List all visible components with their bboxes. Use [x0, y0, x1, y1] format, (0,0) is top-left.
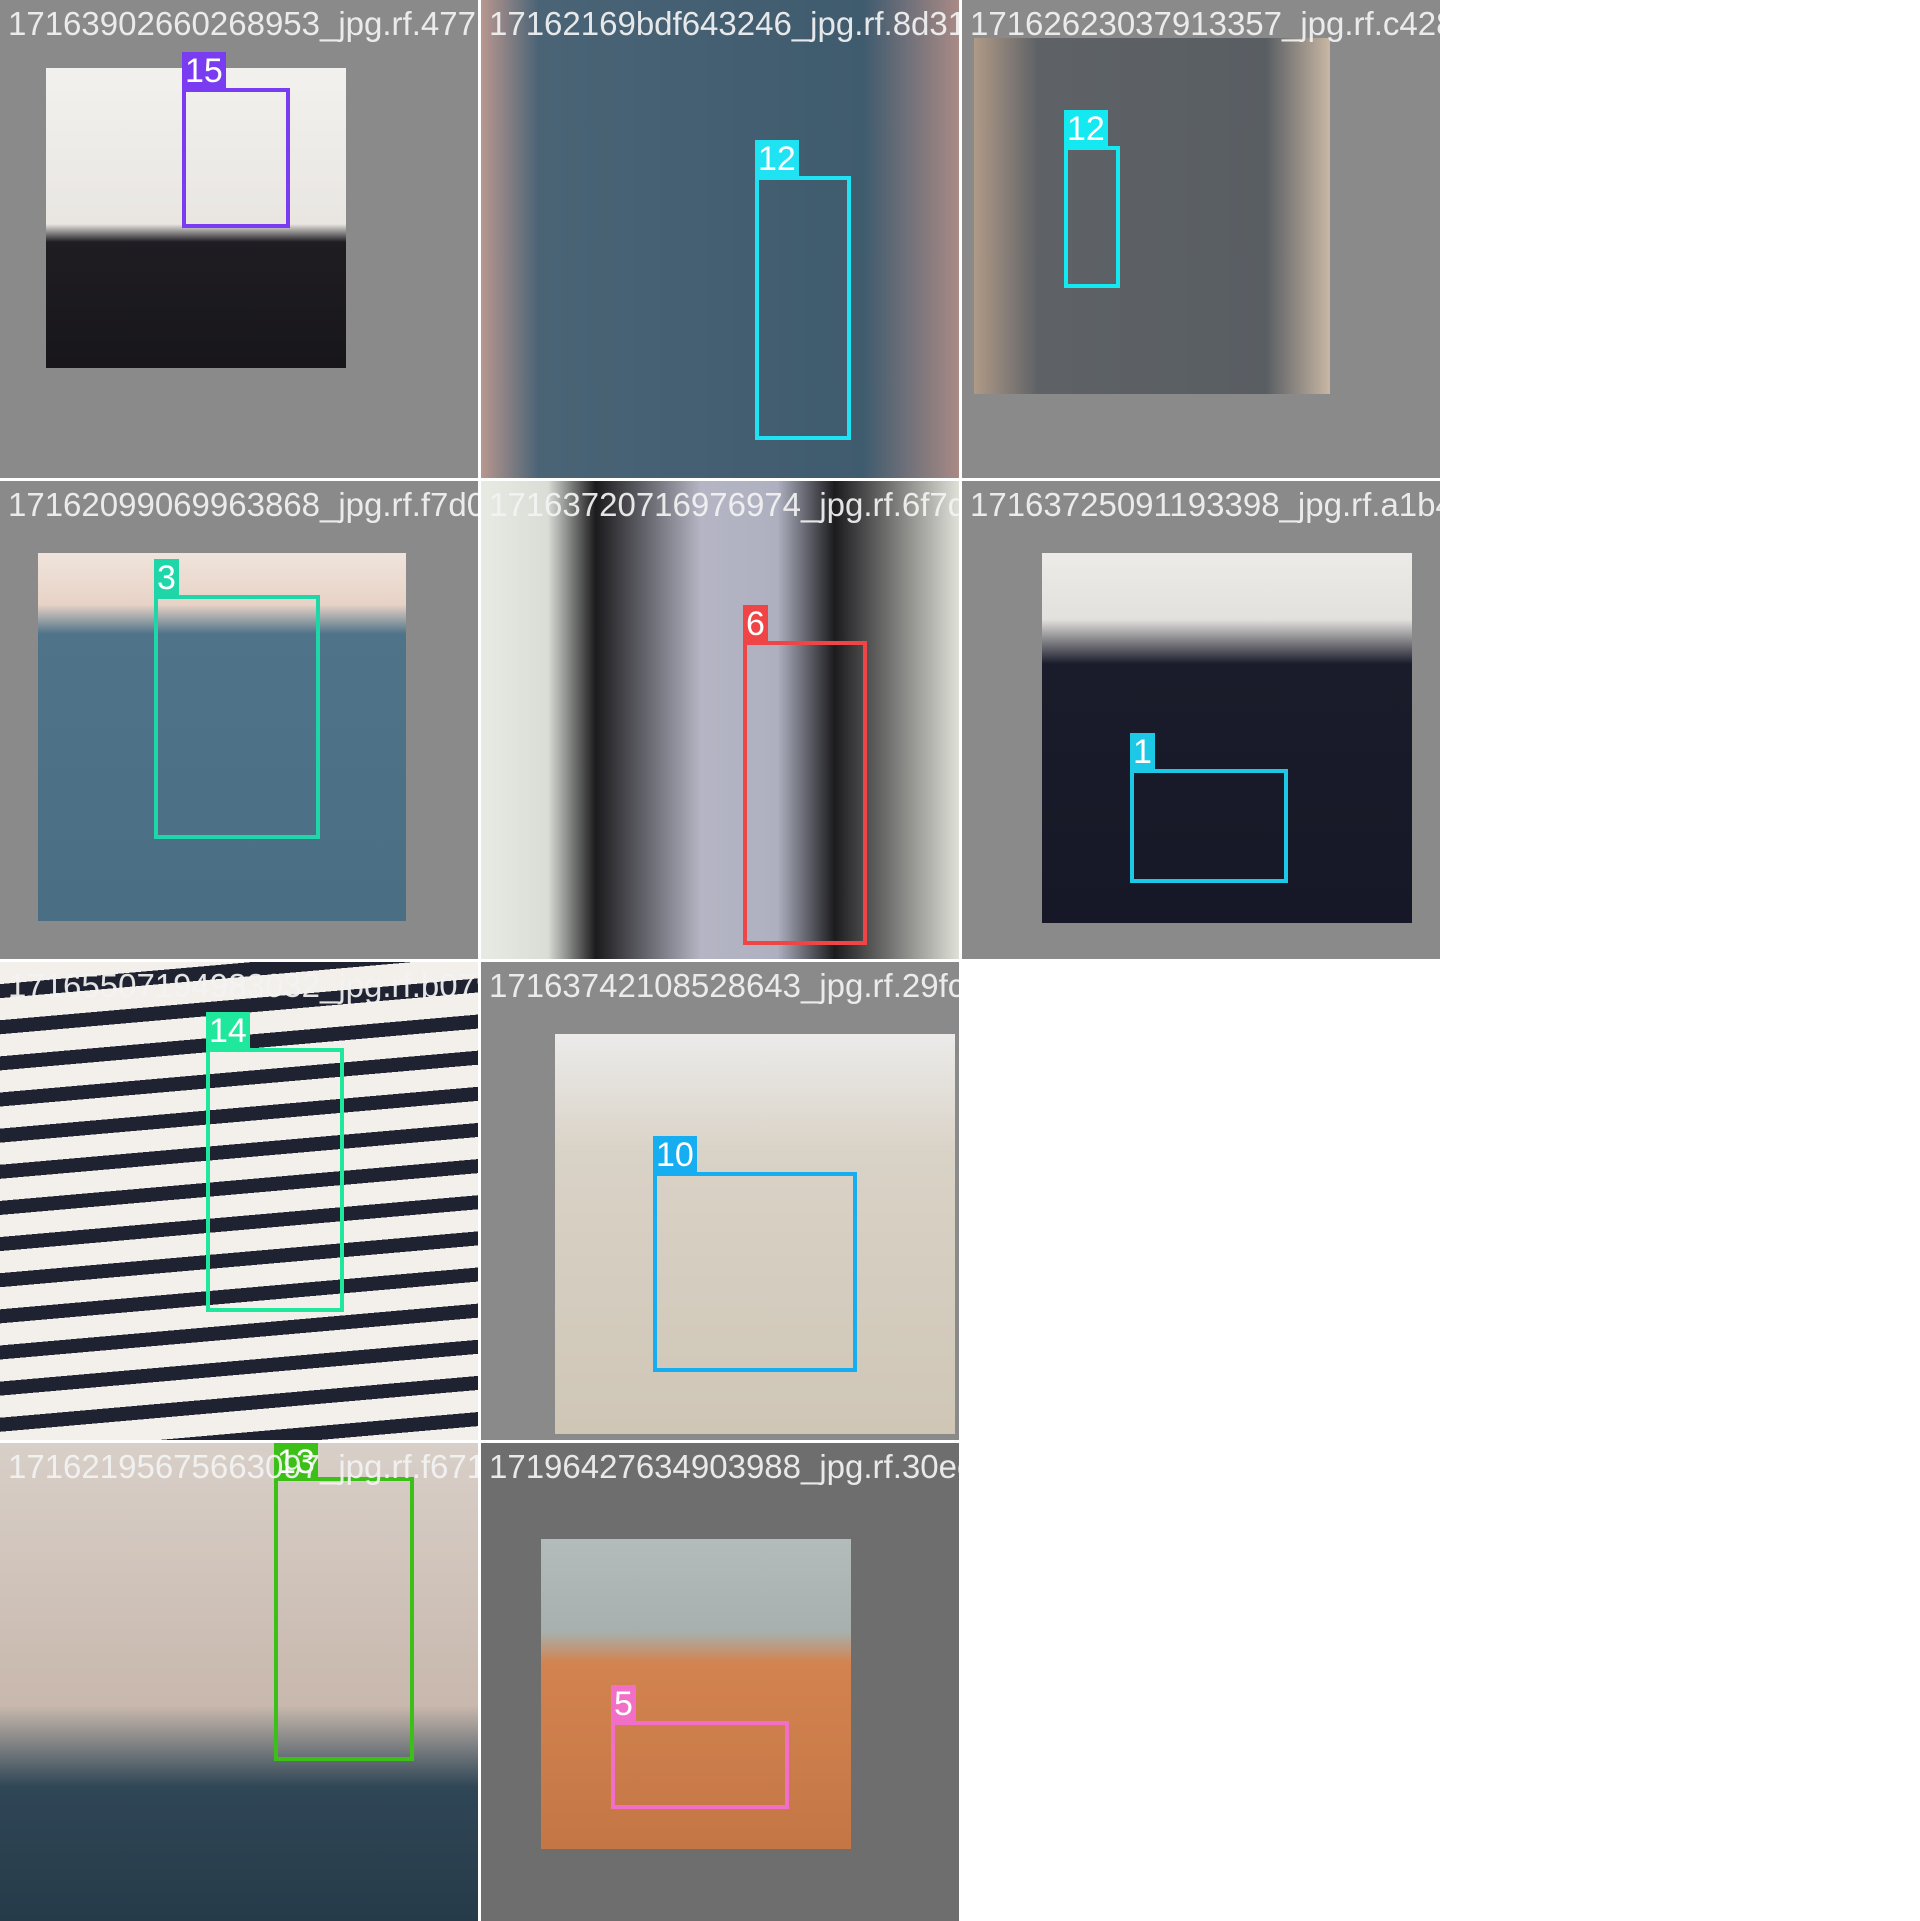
class-label: 3: [154, 559, 179, 597]
bounding-box: [182, 88, 290, 228]
filename-label: 17163902660268953_jpg.rf.477132176e1fec3: [8, 5, 478, 42]
sample-tile: 15 17163902660268953_jpg.rf.477132176e1f…: [0, 0, 478, 478]
sample-tile: 12 17162623037913357_jpg.rf.c428958dee31…: [962, 0, 1440, 478]
filename-label: 17162195675663097_jpg.rf.f671c0642f6c3f4…: [8, 1448, 478, 1485]
sample-tile: 1 17163725091193398_jpg.rf.a1b4946847a7f…: [962, 481, 1440, 959]
class-label: 12: [755, 140, 799, 178]
bounding-box: [1064, 146, 1120, 288]
bounding-box: [274, 1477, 414, 1761]
class-label: 12: [1064, 110, 1108, 148]
filename-label: 17162169bdf643246_jpg.rf.8d3165213f6739e…: [489, 5, 959, 42]
bounding-box: [206, 1048, 344, 1312]
sample-tile: 12 17162169bdf643246_jpg.rf.8d3165213f67…: [481, 0, 959, 478]
sample-tile: 10 17163742108528643_jpg.rf.29fceb71dc4f…: [481, 962, 959, 1440]
filename-label: 17162623037913357_jpg.rf.c428958dee314b9: [970, 5, 1440, 42]
filename-label: 17163720716976974_jpg.rf.6f7d0832f99d1f2…: [489, 486, 959, 523]
filename-label: 17196427634903988_jpg.rf.30ec094c3796272: [489, 1448, 959, 1485]
filename-label: 17163742108528643_jpg.rf.29fceb71dc4fcca: [489, 967, 959, 1004]
filename-label: 17165507194983032_jpg.rf.b0796d7d6882ddd…: [8, 967, 478, 1004]
detection-mosaic: 15 17163902660268953_jpg.rf.477132176e1f…: [0, 0, 1920, 1921]
bounding-box: [755, 176, 851, 440]
class-label: 5: [611, 1685, 636, 1723]
sample-tile: 14 17165507194983032_jpg.rf.b0796d7d6882…: [0, 962, 478, 1440]
class-label: 1: [1130, 733, 1155, 771]
sample-photo: [481, 481, 959, 959]
sample-tile: 5 17196427634903988_jpg.rf.30ec094c37962…: [481, 1443, 959, 1921]
class-label: 10: [653, 1136, 697, 1174]
sample-photo: [481, 0, 959, 478]
bounding-box: [1130, 769, 1288, 883]
sample-photo: [974, 38, 1330, 394]
class-label: 6: [743, 605, 768, 643]
filename-label: 17163725091193398_jpg.rf.a1b4946847a7f61: [970, 486, 1440, 523]
bounding-box: [154, 595, 320, 839]
filename-label: 17162099069963868_jpg.rf.f7d0547001f6d3a: [8, 486, 478, 523]
bounding-box: [653, 1172, 857, 1372]
sample-tile: 6 17163720716976974_jpg.rf.6f7d0832f99d1…: [481, 481, 959, 959]
class-label: 14: [206, 1012, 250, 1050]
sample-tile: 13 17162195675663097_jpg.rf.f671c0642f6c…: [0, 1443, 478, 1921]
bounding-box: [743, 641, 867, 945]
sample-tile: 3 17162099069963868_jpg.rf.f7d0547001f6d…: [0, 481, 478, 959]
class-label: 15: [182, 52, 226, 90]
bounding-box: [611, 1721, 789, 1809]
